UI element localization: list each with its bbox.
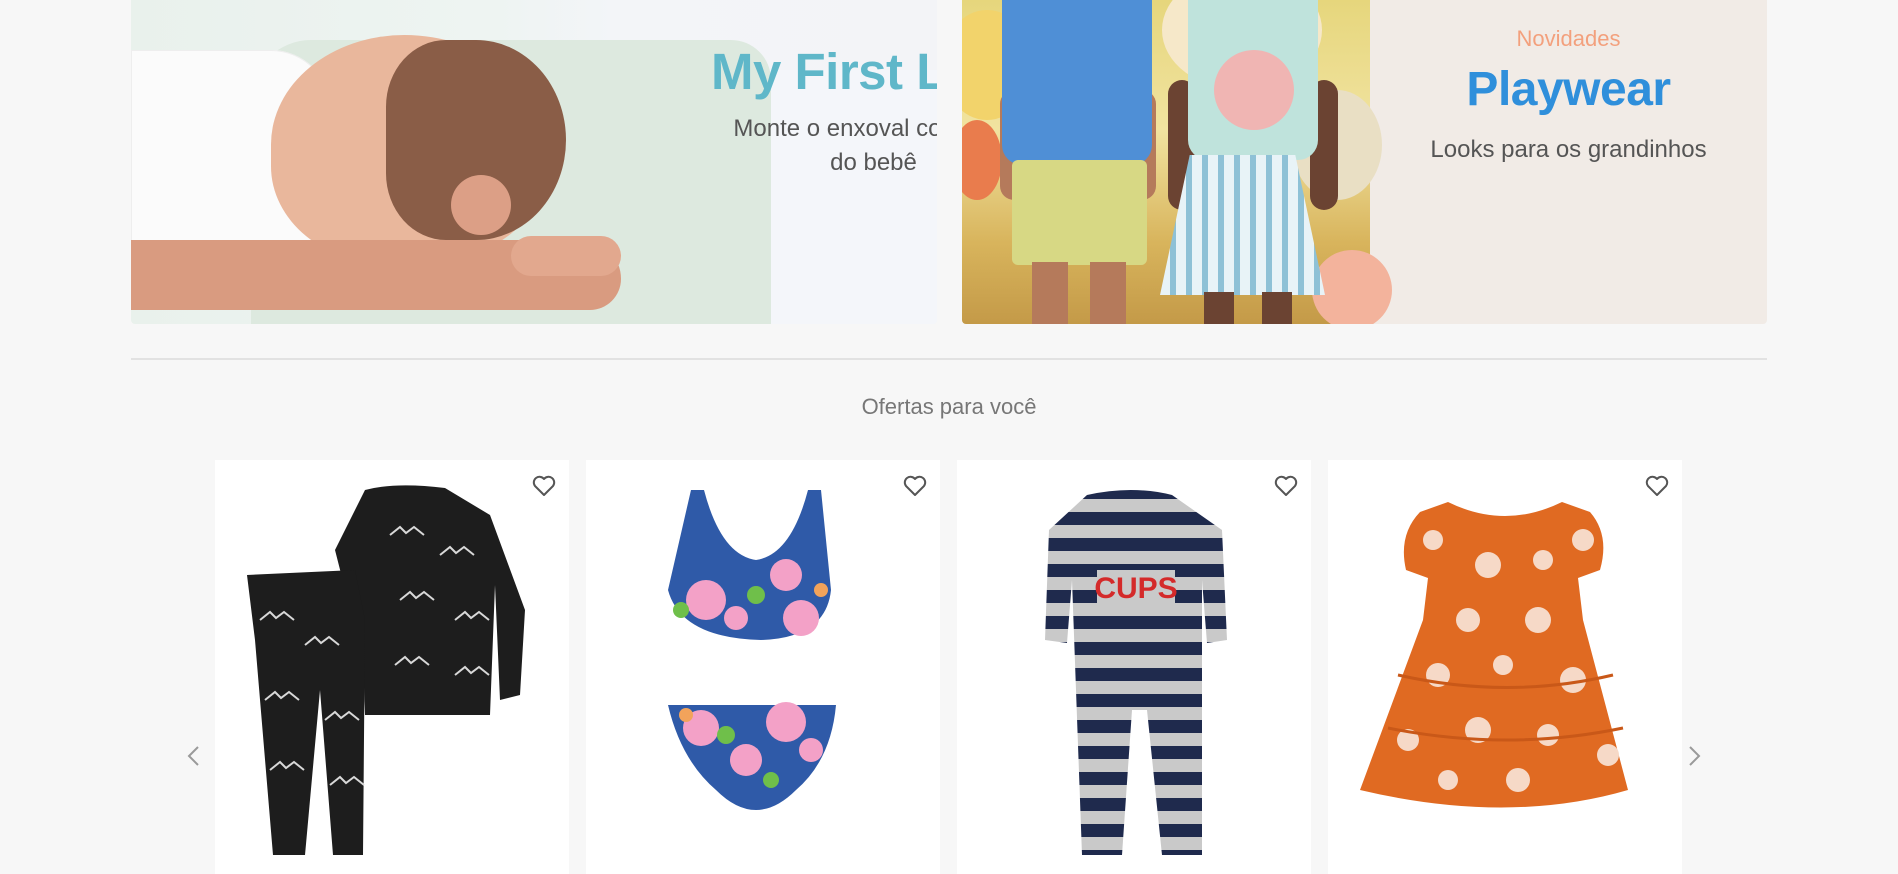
favorite-heart-icon[interactable]	[900, 470, 930, 500]
section-divider	[131, 358, 1767, 360]
banner-playwear[interactable]: Novidades Playwear Looks para os grandin…	[962, 0, 1767, 324]
offers-section-title: Ofertas para você	[861, 394, 1037, 419]
kids-photo	[962, 0, 1392, 324]
banner-title: My First Love	[711, 43, 937, 100]
product-card[interactable]	[215, 460, 569, 874]
product-image-orange-dress	[1360, 502, 1628, 808]
product-card[interactable]	[1328, 460, 1682, 874]
product-card[interactable]	[586, 460, 940, 874]
chevron-left-icon[interactable]	[182, 738, 206, 774]
favorite-heart-icon[interactable]	[1642, 470, 1672, 500]
sleeper-print-text: CUPS	[1094, 572, 1177, 605]
product-card[interactable]: CUPS	[957, 460, 1311, 874]
banner-my-first-love[interactable]: My First Love Monte o enxoval completo d…	[131, 0, 937, 324]
banner-kicker: Novidades	[1516, 26, 1621, 51]
banner-subtitle: Looks para os grandinhos	[1430, 136, 1707, 163]
baby-photo	[131, 0, 937, 324]
product-image-striped-sleeper: CUPS	[1045, 490, 1227, 855]
favorite-heart-icon[interactable]	[1271, 470, 1301, 500]
chevron-right-icon[interactable]	[1682, 738, 1706, 774]
favorite-heart-icon[interactable]	[529, 470, 559, 500]
product-image-pajama-set	[247, 485, 525, 855]
banner-subtitle: Monte o enxoval completo do bebê	[733, 115, 937, 176]
product-image-bikini-set	[668, 490, 836, 810]
banner-title: Playwear	[1466, 63, 1671, 116]
